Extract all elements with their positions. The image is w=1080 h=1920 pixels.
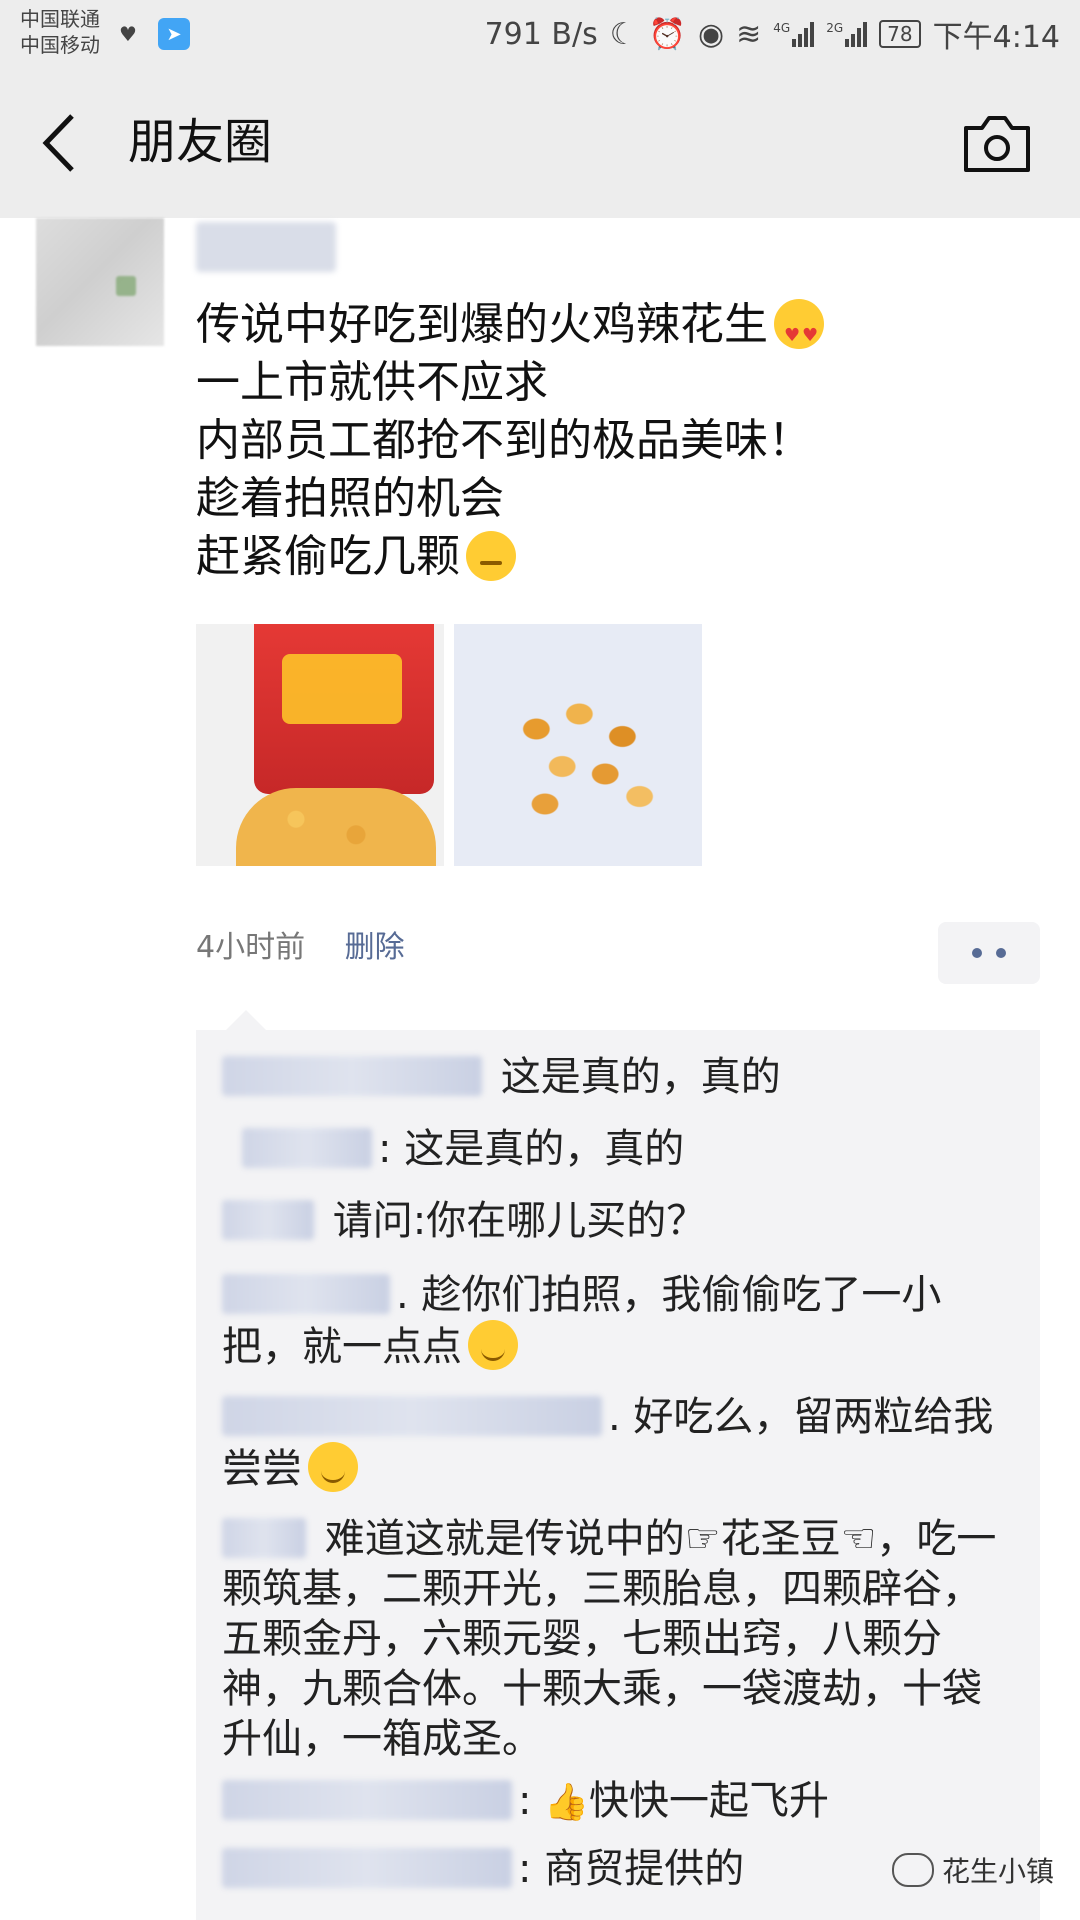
moon-icon: ☾ <box>609 16 637 52</box>
comment-text: : 这是真的，真的 <box>378 1126 685 1172</box>
camera-button[interactable] <box>962 114 1032 174</box>
smile-emoji-icon <box>308 1442 358 1492</box>
comment-text: 请问:你在哪儿买的？ <box>332 1198 707 1244</box>
signal-2-label: 2G <box>826 21 844 35</box>
comment-item[interactable]: . 好吃么，留两粒给我尝尝 <box>222 1392 1012 1494</box>
comment-item[interactable]: 请问:你在哪儿买的？ <box>222 1196 1012 1246</box>
post-line-text: 赶紧偷吃几颗 <box>196 531 460 582</box>
snack-bag-image <box>254 624 434 794</box>
avatar[interactable] <box>36 218 164 346</box>
post-line: 传说中好吃到爆的火鸡辣花生 <box>196 296 1016 365</box>
heart-rate-icon: ♥ <box>119 22 137 46</box>
battery-icon: 78 <box>879 20 921 48</box>
comment-item[interactable]: : 这是真的，真的 <box>222 1124 1012 1174</box>
comment-item[interactable]: : 👍快快一起飞升 <box>222 1776 1012 1828</box>
carrier-2: 中国移动 <box>20 33 100 57</box>
bag-label <box>282 654 402 724</box>
commenter-name-blurred[interactable] <box>222 1200 314 1240</box>
comment-text: 难道这就是传说中的☞花圣豆☜，吃一颗筑基，二颗开光，三颗胎息，四颗辟谷，五颗金丹… <box>222 1516 997 1762</box>
chevron-left-icon <box>42 114 74 172</box>
status-right: 791 B/s ☾ ⏰ ◉ ≋ 4G 2G 78 下午4:14 <box>485 12 1060 56</box>
status-bar: 中国联通 中国移动 ♥ ➤ 791 B/s ☾ ⏰ ◉ ≋ 4G 2G 78 下… <box>0 0 1080 70</box>
smile-emoji-icon <box>468 1320 518 1370</box>
delete-link[interactable]: 删除 <box>345 930 405 965</box>
signal-icon-1: 4G <box>773 21 815 47</box>
page-title: 朋友圈 <box>128 114 273 170</box>
clock: 下午4:14 <box>932 20 1060 55</box>
eye-icon: ◉ <box>697 16 725 52</box>
net-speed: 791 B/s <box>484 16 598 52</box>
comment-text: 这是真的，真的 <box>500 1054 781 1100</box>
post-meta: 4小时前 删除 <box>196 928 405 968</box>
signal-1-label: 4G <box>773 21 791 35</box>
post-line: 赶紧偷吃几颗 <box>196 528 1016 586</box>
camera-icon <box>964 116 1030 172</box>
peanuts-image <box>502 684 674 834</box>
post-time: 4小时前 <box>196 930 306 965</box>
post-line: 一上市就供不应求 <box>196 357 548 408</box>
two-dots-icon <box>996 948 1006 958</box>
signal-icon-2: 2G <box>826 21 868 47</box>
status-icons-left: ♥ ➤ <box>112 18 190 50</box>
author-name-blurred[interactable] <box>196 222 336 272</box>
comments-section: 这是真的，真的 : 这是真的，真的 请问:你在哪儿买的？ . 趁你们拍照，我偷偷… <box>196 1010 1040 1920</box>
watermark-text: 花生小镇 <box>941 1855 1054 1888</box>
app-notification-icon: ➤ <box>158 18 190 50</box>
watermark: 花生小镇 <box>891 1850 1054 1890</box>
post-photo-2[interactable] <box>454 624 702 866</box>
post-photo-1[interactable] <box>196 624 444 866</box>
commenter-name-blurred[interactable] <box>222 1848 512 1888</box>
carrier-1: 中国联通 <box>20 7 100 31</box>
comment-item[interactable]: 这是真的，真的 <box>222 1052 1012 1102</box>
commenter-name-blurred[interactable] <box>222 1518 306 1558</box>
commenter-name-blurred[interactable] <box>222 1780 512 1820</box>
thinking-emoji-icon <box>466 531 516 581</box>
carrier-info: 中国联通 中国移动 <box>20 6 100 58</box>
post-text: 传说中好吃到爆的火鸡辣花生 一上市就供不应求 内部员工都抢不到的极品美味！ 趁着… <box>196 296 1016 586</box>
commenter-name-blurred[interactable] <box>222 1396 602 1436</box>
comment-text: 快快一起飞升 <box>589 1778 830 1824</box>
post-line-text: 传说中好吃到爆的火鸡辣花生 <box>196 299 768 350</box>
commenter-name-blurred[interactable] <box>222 1274 390 1314</box>
two-dots-icon <box>972 948 982 958</box>
wechat-icon <box>891 1853 934 1887</box>
commenter-name-blurred[interactable] <box>242 1128 372 1168</box>
wifi-icon: ≋ <box>736 16 762 52</box>
alarm-icon: ⏰ <box>648 16 686 52</box>
back-button[interactable] <box>38 108 86 178</box>
thumbs-up-icon: 👍 <box>544 1782 590 1823</box>
commenter-name-blurred[interactable] <box>222 1056 482 1096</box>
nav-bar: 朋友圈 <box>0 70 1080 218</box>
post-line: 趁着拍照的机会 <box>196 473 504 524</box>
heart-eyes-emoji-icon <box>774 299 824 365</box>
more-options-button[interactable] <box>938 922 1040 984</box>
peanuts-pile <box>236 788 436 866</box>
comment-item[interactable]: . 趁你们拍照，我偷偷吃了一小把，就一点点 <box>222 1270 1012 1372</box>
comment-item[interactable]: 难道这就是传说中的☞花圣豆☜，吃一颗筑基，二颗开光，三颗胎息，四颗辟谷，五颗金丹… <box>222 1514 1012 1764</box>
comment-text: : 商贸提供的 <box>518 1846 745 1892</box>
post-line: 内部员工都抢不到的极品美味！ <box>196 415 812 466</box>
